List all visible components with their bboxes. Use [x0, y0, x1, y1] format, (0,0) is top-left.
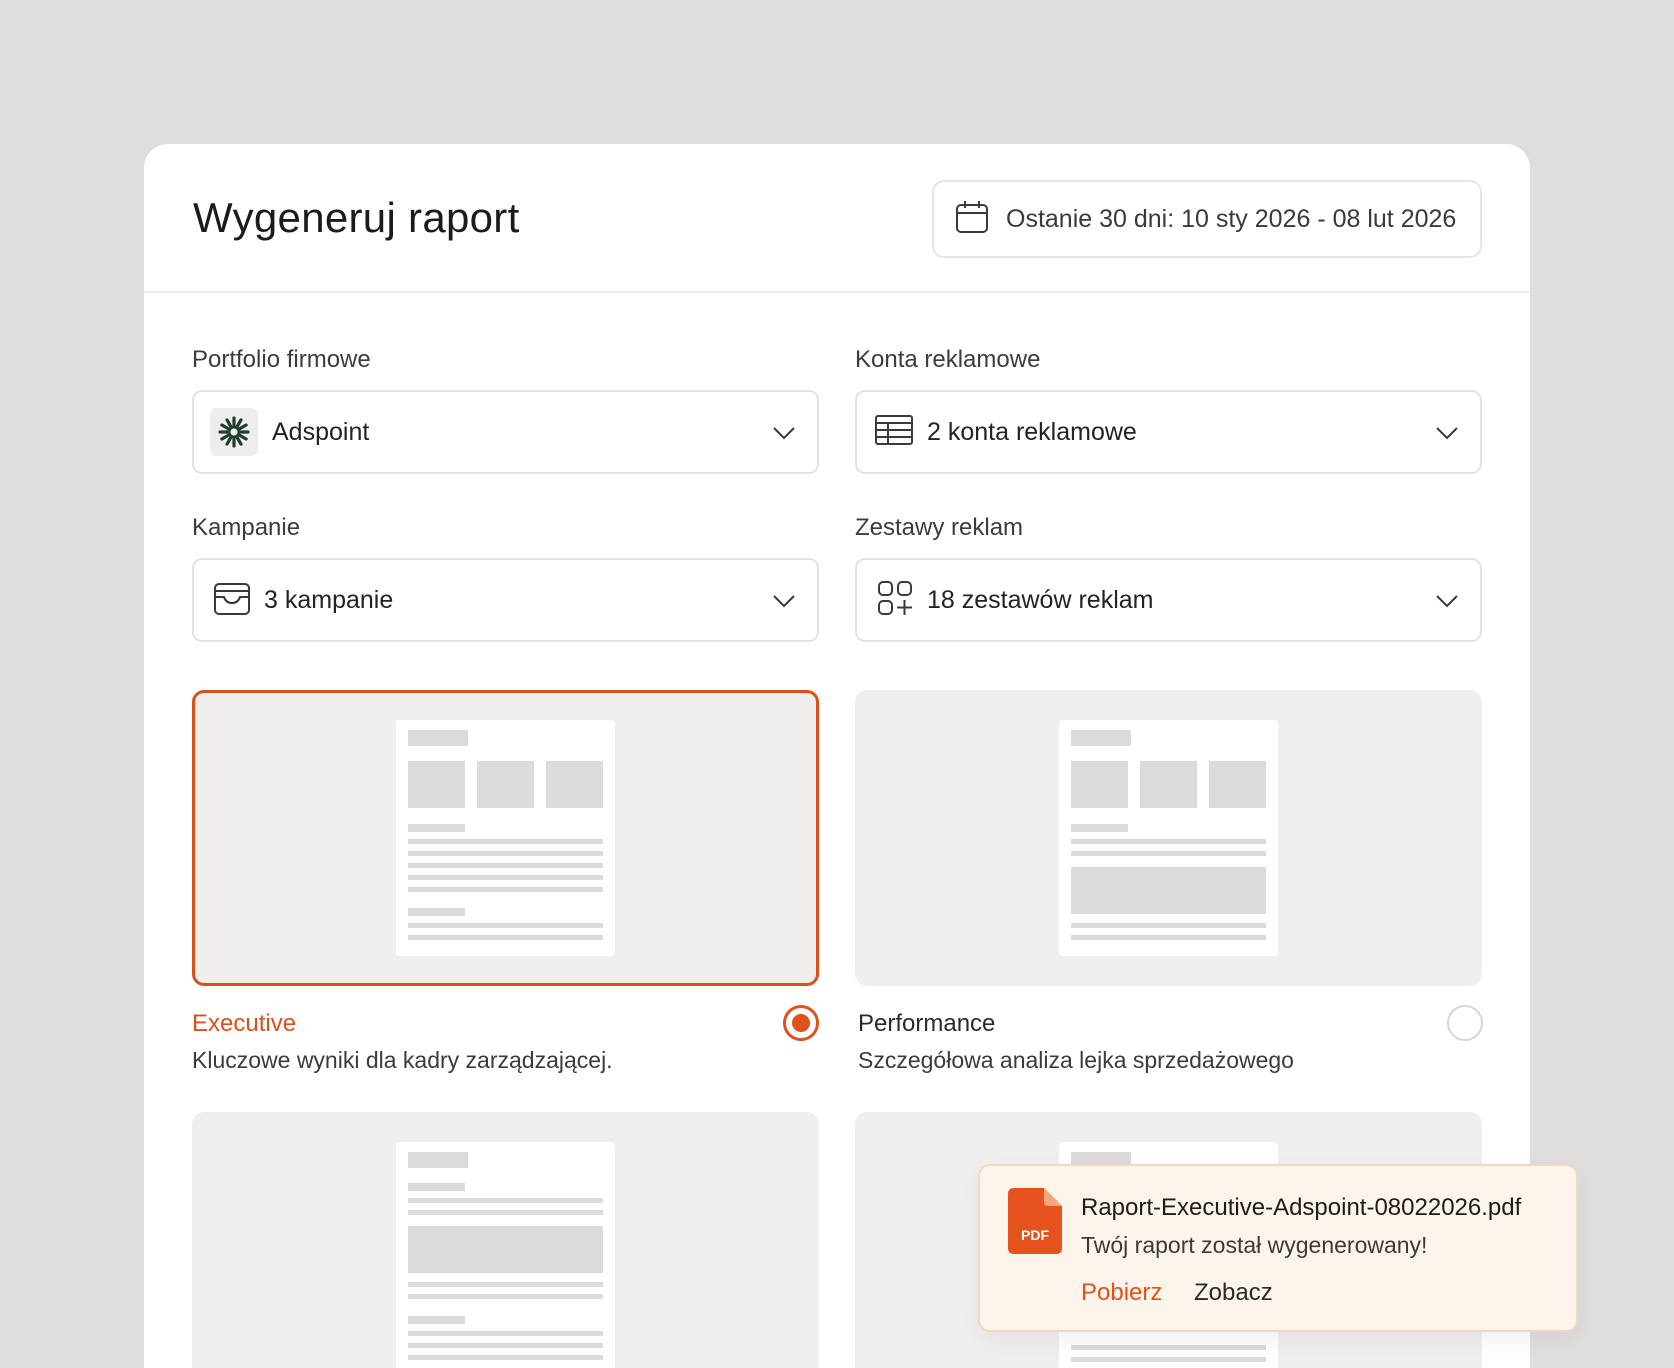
portfolio-value: Adspoint	[272, 417, 370, 446]
campaigns-value: 3 kampanie	[264, 585, 394, 614]
calendar-icon	[954, 199, 990, 240]
page-title: Wygeneruj raport	[193, 194, 520, 241]
template-performance-description: Szczegółowa analiza lejka sprzedażowego	[858, 1047, 1294, 1073]
template-executive-radio[interactable]	[783, 1005, 819, 1041]
chevron-down-icon	[1434, 420, 1460, 451]
template-performance-title: Performance	[858, 1010, 996, 1037]
card-header: Wygeneruj raport Ostanie 30 dni: 10 sty …	[144, 144, 1530, 293]
view-button[interactable]: Zobacz	[1194, 1279, 1273, 1307]
download-button[interactable]: Pobierz	[1081, 1279, 1162, 1307]
ad-sets-value: 18 zestawów reklam	[927, 585, 1154, 614]
date-range-label: Ostanie 30 dni: 10 sty 2026 - 08 lut 202…	[1006, 204, 1457, 233]
ad-sets-label: Zestawy reklam	[855, 514, 1024, 541]
chevron-down-icon	[771, 420, 797, 451]
report-thumbnail	[396, 1142, 615, 1368]
inbox-icon	[214, 581, 250, 620]
date-range-picker[interactable]: Ostanie 30 dni: 10 sty 2026 - 08 lut 202…	[932, 180, 1482, 258]
toast-message: Twój raport został wygenerowany!	[1081, 1232, 1428, 1258]
report-thumbnail	[1059, 720, 1278, 956]
template-third-preview[interactable]	[192, 1112, 819, 1368]
template-performance-preview[interactable]	[855, 690, 1482, 986]
ad-accounts-label: Konta reklamowe	[855, 346, 1041, 373]
widgets-add-icon	[877, 580, 913, 621]
pdf-badge-text: PDF	[1021, 1227, 1049, 1243]
ad-accounts-value: 2 konta reklamowe	[927, 417, 1137, 446]
portfolio-select[interactable]: Adspoint	[192, 390, 819, 474]
report-ready-toast: PDF Raport-Executive-Adspoint-08022026.p…	[978, 1164, 1578, 1332]
chevron-down-icon	[771, 588, 797, 619]
table-icon	[875, 414, 913, 450]
report-thumbnail	[396, 720, 615, 956]
template-executive-description: Kluczowe wyniki dla kadry zarządzającej.	[192, 1047, 613, 1073]
pdf-file-icon: PDF	[1008, 1188, 1062, 1259]
adspoint-logo	[210, 408, 258, 456]
campaigns-label: Kampanie	[192, 514, 301, 541]
chevron-down-icon	[1434, 588, 1460, 619]
portfolio-label: Portfolio firmowe	[192, 346, 371, 373]
ad-sets-select[interactable]: 18 zestawów reklam	[855, 558, 1482, 642]
template-executive-preview[interactable]	[192, 690, 819, 986]
campaigns-select[interactable]: 3 kampanie	[192, 558, 819, 642]
ad-accounts-select[interactable]: 2 konta reklamowe	[855, 390, 1482, 474]
template-executive-title: Executive	[192, 1010, 297, 1037]
template-performance-radio[interactable]	[1447, 1005, 1483, 1041]
toast-filename: Raport-Executive-Adspoint-08022026.pdf	[1081, 1194, 1522, 1221]
